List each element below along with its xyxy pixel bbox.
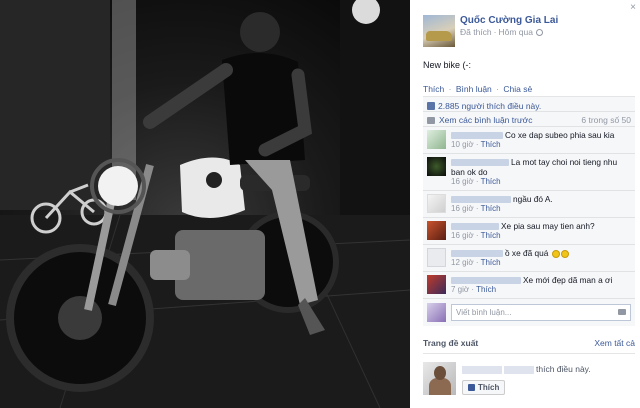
write-comment-row: Viết bình luận... bbox=[423, 299, 635, 326]
comment-text: Xe pia sau may tien anh? bbox=[501, 221, 595, 231]
comment-text: ngầu đó A. bbox=[513, 194, 553, 204]
comment-link[interactable]: Bình luận bbox=[456, 84, 492, 94]
thumbs-up-icon bbox=[468, 384, 475, 391]
comment-item: ngầu đó A. 16 giờ · Thích bbox=[423, 191, 635, 218]
author-info: Quốc Cường Gia Lai Đã thích · Hôm qua bbox=[460, 15, 558, 47]
comment-like-link[interactable]: Thích bbox=[481, 177, 501, 186]
comment-item: Xe mới đẹp dã man a ơi 7 giờ · Thích bbox=[423, 272, 635, 299]
commenter-avatar[interactable] bbox=[427, 248, 446, 267]
commenter-avatar[interactable] bbox=[427, 275, 446, 294]
liked-status[interactable]: Đã thích bbox=[460, 27, 492, 37]
action-separator: · bbox=[448, 84, 452, 94]
comment-time[interactable]: 12 giờ bbox=[451, 258, 474, 267]
commenter-name[interactable] bbox=[451, 132, 503, 140]
like-page-button[interactable]: Thích bbox=[462, 380, 506, 395]
comment-like-link[interactable]: Thích bbox=[481, 140, 501, 149]
commenter-avatar[interactable] bbox=[427, 194, 446, 213]
comment-text: Xe mới đẹp dã man a ơi bbox=[523, 275, 613, 285]
like-page-label: Thích bbox=[478, 383, 500, 392]
commenter-name[interactable] bbox=[451, 250, 503, 258]
comment-time[interactable]: 16 giờ bbox=[451, 177, 474, 186]
commenter-name[interactable] bbox=[451, 159, 509, 167]
suggested-page-name[interactable] bbox=[504, 365, 534, 374]
post-meta: Đã thích · Hôm qua bbox=[460, 27, 558, 37]
comment-time[interactable]: 16 giờ bbox=[451, 231, 474, 240]
comment-item: La mot tay choi noi tieng nhu ban ok do … bbox=[423, 154, 635, 191]
feedback-box: 2.885 người thích điều này. Xem các bình… bbox=[423, 96, 635, 326]
comment-time[interactable]: 16 giờ bbox=[451, 204, 474, 213]
comment-count: 6 trong số 50 bbox=[581, 115, 631, 125]
comment-like-link[interactable]: Thích bbox=[481, 258, 501, 267]
comment-item: ồ xe đã quá 12 giờ · Thích bbox=[423, 245, 635, 272]
post-caption: New bike (-: bbox=[423, 60, 472, 70]
view-previous-comments[interactable]: Xem các bình luận trước bbox=[439, 115, 532, 125]
likes-count[interactable]: 2.885 người thích điều này. bbox=[438, 101, 541, 111]
author-name[interactable]: Quốc Cường Gia Lai bbox=[460, 15, 558, 26]
author-avatar[interactable] bbox=[423, 15, 455, 47]
smile-emoji-icon bbox=[551, 249, 560, 258]
smile-emoji-icon bbox=[560, 249, 569, 258]
my-avatar bbox=[427, 303, 446, 322]
comment-time[interactable]: 7 giờ bbox=[451, 285, 469, 294]
post-actions: Thích · Bình luận · Chia sẻ bbox=[423, 84, 532, 94]
comment-text: ồ xe đã quá bbox=[505, 248, 549, 258]
previous-comments-row: Xem các bình luận trước 6 trong số 50 bbox=[423, 112, 635, 127]
commenter-name[interactable] bbox=[451, 223, 499, 231]
commenter-name[interactable] bbox=[451, 196, 511, 204]
commenter-name[interactable] bbox=[451, 277, 521, 285]
suggested-page-avatar[interactable] bbox=[423, 362, 456, 395]
comment-like-link[interactable]: Thích bbox=[476, 285, 496, 294]
post-time[interactable]: Hôm qua bbox=[499, 27, 534, 37]
share-link[interactable]: Chia sẻ bbox=[503, 84, 532, 94]
comment-like-link[interactable]: Thích bbox=[481, 204, 501, 213]
post-side-panel: × Quốc Cường Gia Lai Đã thích · Hôm qua … bbox=[410, 0, 640, 408]
likes-summary: 2.885 người thích điều này. bbox=[423, 97, 635, 112]
suggested-pages-title: Trang đề xuất bbox=[423, 338, 479, 348]
post-author: Quốc Cường Gia Lai Đã thích · Hôm qua bbox=[423, 15, 558, 47]
suggested-pages-header: Trang đề xuất Xem tất cả bbox=[423, 338, 635, 348]
commenter-avatar[interactable] bbox=[427, 130, 446, 149]
comment-time[interactable]: 10 giờ bbox=[451, 140, 474, 149]
comment-placeholder: Viết bình luận... bbox=[456, 308, 512, 317]
suggested-pages: Trang đề xuất Xem tất cả thích điều này.… bbox=[423, 338, 635, 395]
thumbs-up-icon bbox=[427, 101, 435, 110]
see-all-link[interactable]: Xem tất cả bbox=[594, 338, 635, 348]
globe-icon bbox=[536, 28, 543, 36]
comment-item: Xe pia sau may tien anh? 16 giờ · Thích bbox=[423, 218, 635, 245]
meta-separator: · bbox=[493, 27, 497, 37]
comment-text: Co xe dap subeo phia sau kia bbox=[505, 130, 615, 140]
comment-item: Co xe dap subeo phia sau kia 10 giờ · Th… bbox=[423, 127, 635, 154]
suggested-page-name[interactable] bbox=[462, 365, 502, 374]
motorbike-photo bbox=[0, 0, 410, 408]
suggested-liked-text: thích điều này. bbox=[536, 364, 591, 374]
comment-input[interactable]: Viết bình luận... bbox=[451, 304, 631, 321]
close-icon[interactable]: × bbox=[630, 2, 636, 13]
comment-like-link[interactable]: Thích bbox=[481, 231, 501, 240]
post-photo[interactable] bbox=[0, 0, 410, 408]
action-separator: · bbox=[496, 84, 499, 94]
camera-icon[interactable] bbox=[618, 309, 626, 315]
commenter-avatar[interactable] bbox=[427, 157, 446, 176]
like-link[interactable]: Thích bbox=[423, 84, 444, 94]
suggested-page-item: thích điều này. Thích bbox=[423, 362, 635, 395]
commenter-avatar[interactable] bbox=[427, 221, 446, 240]
comment-bubble-icon bbox=[427, 116, 435, 124]
